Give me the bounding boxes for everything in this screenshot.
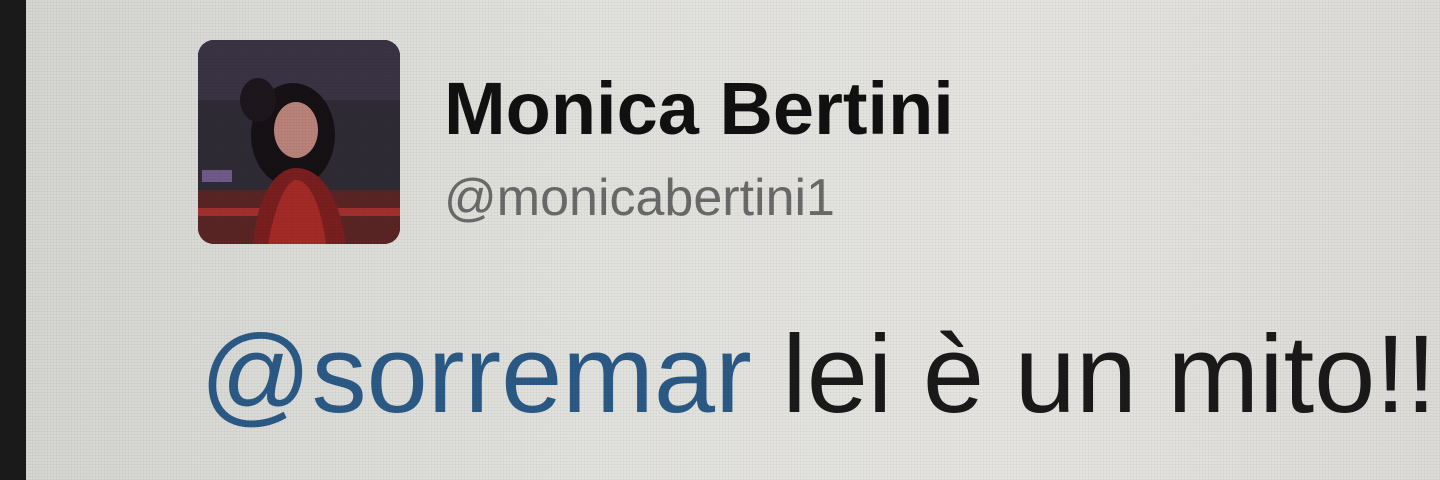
display-name[interactable]: Monica Bertini xyxy=(444,72,954,146)
mention-link[interactable]: @sorremar xyxy=(200,313,752,436)
avatar-photo-icon xyxy=(198,40,400,244)
tweet-card: Monica Bertini @monicabertini1 @sorremar… xyxy=(26,0,1440,480)
avatar[interactable] xyxy=(198,40,400,244)
tweet-body-text: lei è un mito!!! xyxy=(751,313,1440,436)
user-handle[interactable]: @monicabertini1 xyxy=(444,172,835,224)
tweet-text: @sorremar lei è un mito!!! xyxy=(200,320,1440,430)
